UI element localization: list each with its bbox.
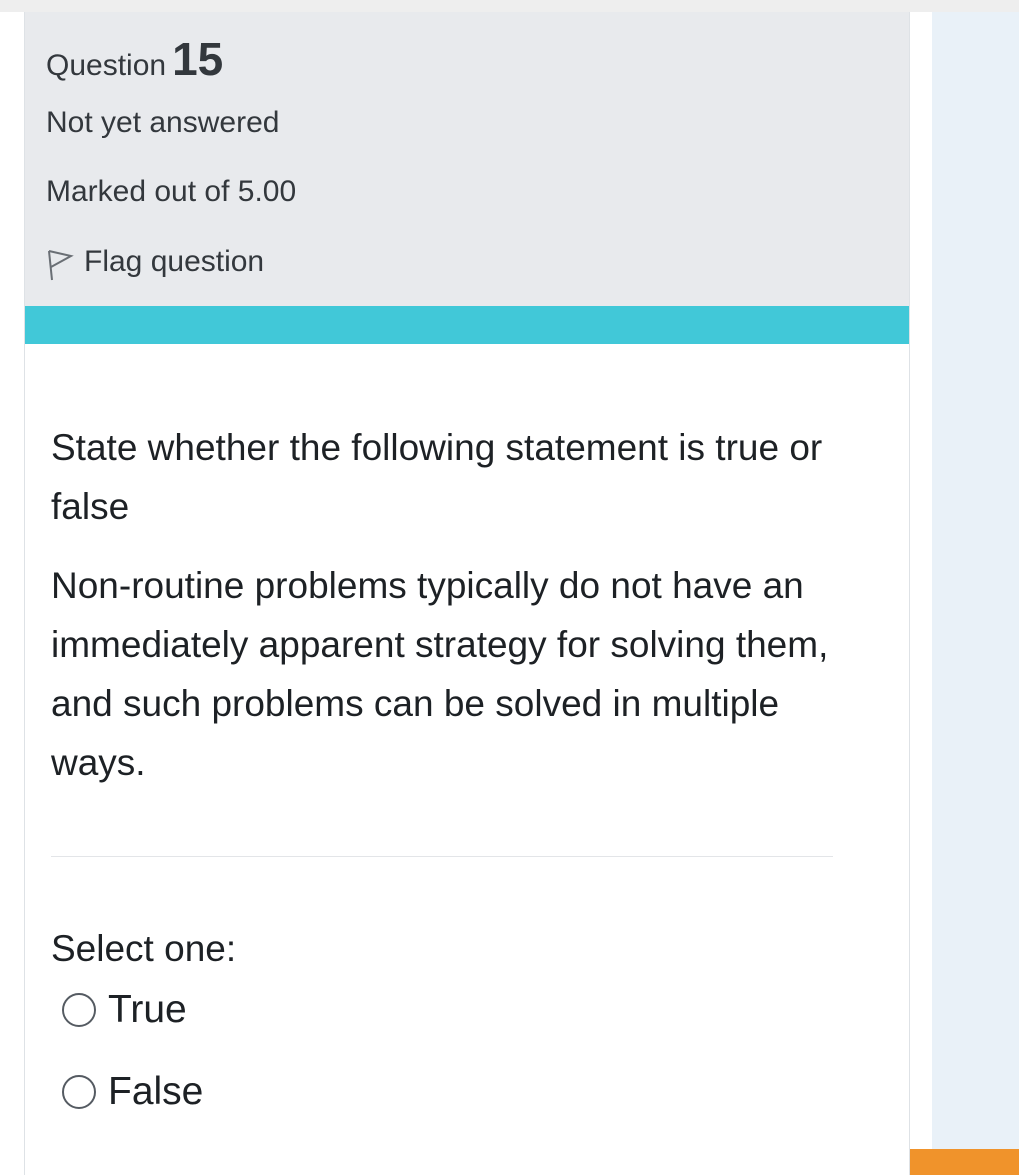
- radio-button-true[interactable]: [62, 993, 96, 1027]
- question-number-value: 15: [172, 33, 224, 85]
- question-number: Question 15: [46, 32, 223, 86]
- question-info: Question 15 Not yet answered Marked out o…: [25, 12, 909, 306]
- answer-divider: [51, 856, 833, 857]
- question-text: State whether the following statement is…: [51, 418, 841, 792]
- flag-outline-icon: [48, 250, 74, 281]
- answer-option-label: True: [108, 988, 187, 1031]
- answer-option-false[interactable]: False: [62, 1068, 203, 1116]
- question-number-label: Question: [46, 49, 167, 82]
- question-grade: Marked out of 5.00: [46, 175, 297, 208]
- page-top-strip: [0, 0, 1019, 12]
- answer-option-label: False: [108, 1070, 204, 1113]
- question-instruction: State whether the following statement is…: [51, 427, 823, 527]
- question-statement: Non-routine problems typically do not ha…: [51, 565, 829, 783]
- radio-button-false[interactable]: [62, 1075, 96, 1109]
- flag-question-label: Flag question: [84, 245, 265, 278]
- answer-prompt: Select one:: [51, 928, 237, 969]
- question-accent-band: [25, 306, 909, 344]
- question-state: Not yet answered: [46, 106, 280, 139]
- answer-option-true[interactable]: True: [62, 986, 187, 1034]
- side-accent-bar: [906, 1149, 1019, 1175]
- flag-question-button[interactable]: Flag question: [46, 242, 264, 282]
- side-panel: [932, 12, 1019, 1175]
